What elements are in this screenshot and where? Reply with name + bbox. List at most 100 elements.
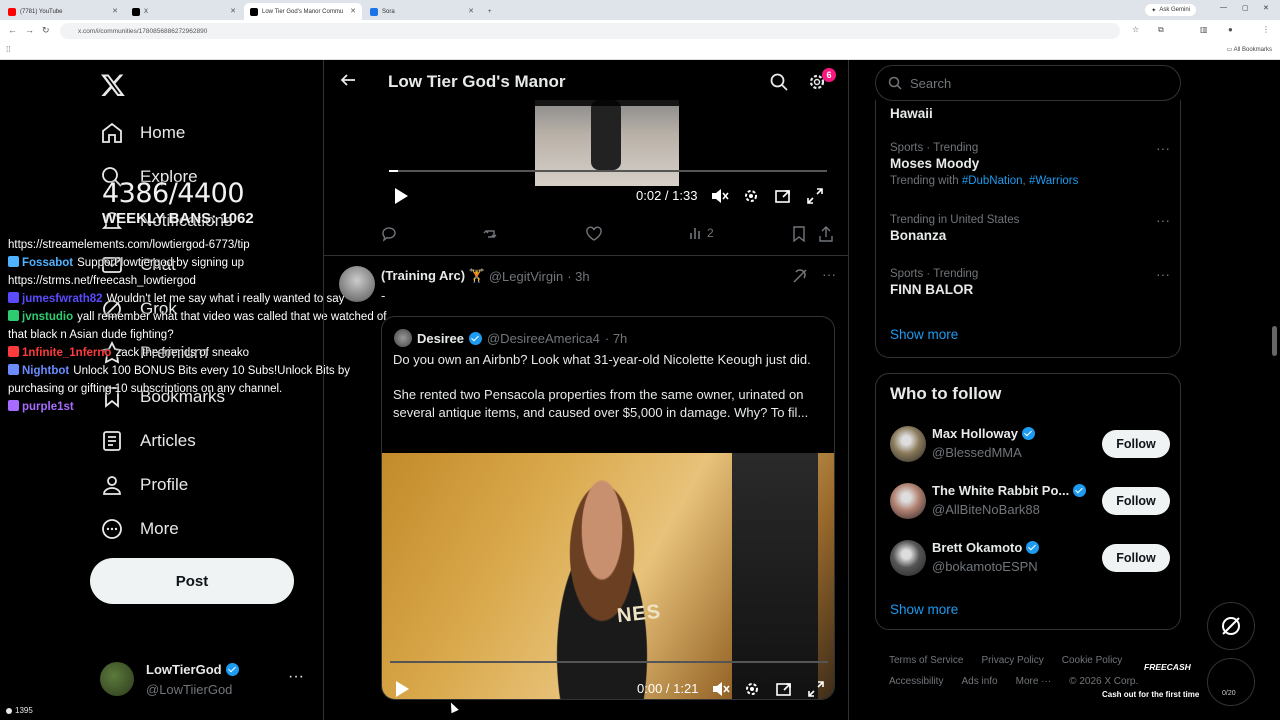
extensions-icon[interactable]: ⧉ <box>1158 25 1164 35</box>
close-window-icon[interactable]: ✕ <box>1263 4 1269 12</box>
nav-item-profile[interactable]: Profile <box>100 465 188 505</box>
hashtag-link[interactable]: #Warriors <box>1029 175 1078 187</box>
settings-gear-icon[interactable] <box>743 188 759 204</box>
hashtag-link[interactable]: #DubNation <box>962 175 1023 187</box>
close-icon[interactable]: ✕ <box>230 7 236 15</box>
profile-icon <box>100 473 124 497</box>
more-dots-icon[interactable]: ··· <box>1156 266 1170 282</box>
footer-link[interactable]: Cookie Policy <box>1062 655 1123 666</box>
url-field[interactable]: x.com/i/communities/1780856886272962890 <box>60 23 1120 39</box>
tab-youtube[interactable]: (7781) YouTube ✕ <box>2 3 124 20</box>
repost-icon[interactable] <box>483 226 499 242</box>
avatar[interactable] <box>890 426 926 462</box>
articles-icon <box>100 429 124 453</box>
new-tab-button[interactable]: + <box>482 3 498 20</box>
avatar[interactable] <box>890 540 926 576</box>
close-icon[interactable]: ✕ <box>350 7 356 15</box>
maximize-icon[interactable]: ▢ <box>1242 4 1249 12</box>
account-switcher[interactable]: LowTierGod @LowTiierGod ··· <box>100 660 310 702</box>
follow-suggestion[interactable]: The White Rabbit Po... @AllBiteNoBark88 Fo… <box>890 481 1170 525</box>
video-player[interactable]: 0:02 / 1:33 <box>381 100 835 216</box>
search-input[interactable]: Search <box>875 65 1181 101</box>
video-figure <box>591 100 621 170</box>
bookmark-icon[interactable] <box>792 226 806 242</box>
close-icon[interactable]: ✕ <box>468 7 474 15</box>
more-dots-icon[interactable]: ··· <box>1156 212 1170 228</box>
video-progress[interactable] <box>389 170 827 172</box>
follow-suggestion[interactable]: Max Holloway @BlessedMMA Follow <box>890 424 1170 468</box>
reply-icon[interactable] <box>381 226 397 242</box>
pip-icon[interactable] <box>775 188 791 204</box>
like-icon[interactable] <box>586 226 602 242</box>
chat-badge-icon <box>8 400 19 411</box>
follow-button[interactable]: Follow <box>1102 544 1170 572</box>
search-icon[interactable] <box>770 73 788 91</box>
footer-link[interactable]: Privacy Policy <box>981 655 1043 666</box>
mute-icon[interactable] <box>712 681 730 697</box>
tab-community[interactable]: Low Tier God's Manor Commu ✕ <box>244 3 362 20</box>
sidepanel-icon[interactable]: ▥ <box>1200 25 1208 34</box>
views-button[interactable]: 2 <box>689 226 714 240</box>
follow-suggestion[interactable]: Brett Okamoto @bokamotoESPN Follow <box>890 538 1170 582</box>
trend-item[interactable]: Hawaii <box>890 104 1170 121</box>
tweet-author-name[interactable]: (Training Arc) 🏋 <box>381 268 485 284</box>
trend-item[interactable]: Sports · Trending Moses Moody Trending wit… <box>890 140 1170 187</box>
video-progress[interactable] <box>390 661 828 663</box>
ask-gemini-button[interactable]: ✦ Ask Gemini <box>1145 4 1196 16</box>
footer-link[interactable]: Ads info <box>961 676 997 687</box>
tweet-time[interactable]: · 3h <box>567 269 589 284</box>
forward-icon[interactable]: → <box>25 25 34 35</box>
trend-item[interactable]: Trending in United States Bonanza ··· <box>890 212 1170 243</box>
tab-x[interactable]: X ✕ <box>126 3 242 20</box>
right-sidebar: Hawaii Sports · Trending Moses Moody Trendi… <box>875 60 1181 720</box>
quote-text: Do you own an Airbnb? Look what 31-year-… <box>393 351 825 439</box>
scrollbar[interactable] <box>1272 60 1278 720</box>
scrollbar-thumb[interactable] <box>1272 326 1277 356</box>
grok-button[interactable] <box>1207 602 1255 650</box>
more-dots-icon[interactable]: ··· <box>1156 140 1170 156</box>
minimize-icon[interactable]: — <box>1220 4 1227 11</box>
more-dots-icon[interactable]: ··· <box>822 267 836 284</box>
grok-explain-icon[interactable] <box>792 268 808 284</box>
footer-link[interactable]: Accessibility <box>889 676 943 687</box>
nav-item-label: Profile <box>140 475 189 494</box>
quoted-tweet[interactable]: Desiree @DesireeAmerica4 · 7h Do you own… <box>381 316 835 700</box>
show-more-link[interactable]: Show more <box>890 327 958 342</box>
apps-icon[interactable]: ⁞⁞ <box>6 45 10 54</box>
trend-item[interactable]: Sports · Trending FINN BALOR ··· <box>890 266 1170 297</box>
fullscreen-icon[interactable] <box>807 188 823 204</box>
tab-sora[interactable]: Sora ✕ <box>364 3 480 20</box>
menu-icon[interactable]: ⋮ <box>1262 25 1270 34</box>
pip-icon[interactable] <box>776 681 792 697</box>
close-icon[interactable]: ✕ <box>112 7 118 15</box>
follow-button[interactable]: Follow <box>1102 487 1170 515</box>
settings-gear-icon[interactable] <box>744 681 760 697</box>
avatar[interactable] <box>890 483 926 519</box>
footer-link[interactable]: Terms of Service <box>889 655 963 666</box>
post-button[interactable]: Post <box>90 558 294 604</box>
reload-icon[interactable]: ↻ <box>42 25 50 36</box>
fullscreen-icon[interactable] <box>808 681 824 697</box>
nav-item-more[interactable]: More <box>100 509 179 549</box>
all-bookmarks[interactable]: ▭ All Bookmarks <box>1227 46 1272 53</box>
profile-icon[interactable]: ● <box>1228 25 1233 34</box>
avatar[interactable] <box>339 266 375 302</box>
footer-link[interactable]: © 2026 X Corp. <box>1069 676 1138 687</box>
more-dots-icon[interactable]: ··· <box>288 668 304 686</box>
play-icon[interactable] <box>394 680 410 698</box>
back-arrow-icon[interactable] <box>340 72 356 93</box>
tweet-author-handle[interactable]: @LegitVirgin <box>489 269 563 284</box>
x-logo-icon[interactable] <box>100 72 126 98</box>
follow-button[interactable]: Follow <box>1102 430 1170 458</box>
mute-icon[interactable] <box>711 188 729 204</box>
back-icon[interactable]: ← <box>8 25 17 35</box>
nav-item-articles[interactable]: Articles <box>100 421 196 461</box>
quote-video[interactable]: NES 0:00 / 1:21 <box>382 453 834 699</box>
share-icon[interactable] <box>819 226 833 242</box>
messages-button[interactable] <box>1207 658 1255 706</box>
play-icon[interactable] <box>393 187 409 205</box>
star-icon[interactable]: ☆ <box>1132 25 1139 34</box>
show-more-link[interactable]: Show more <box>890 602 958 617</box>
footer-link[interactable]: More ··· <box>1016 676 1052 687</box>
nav-item-home[interactable]: Home <box>100 113 185 153</box>
